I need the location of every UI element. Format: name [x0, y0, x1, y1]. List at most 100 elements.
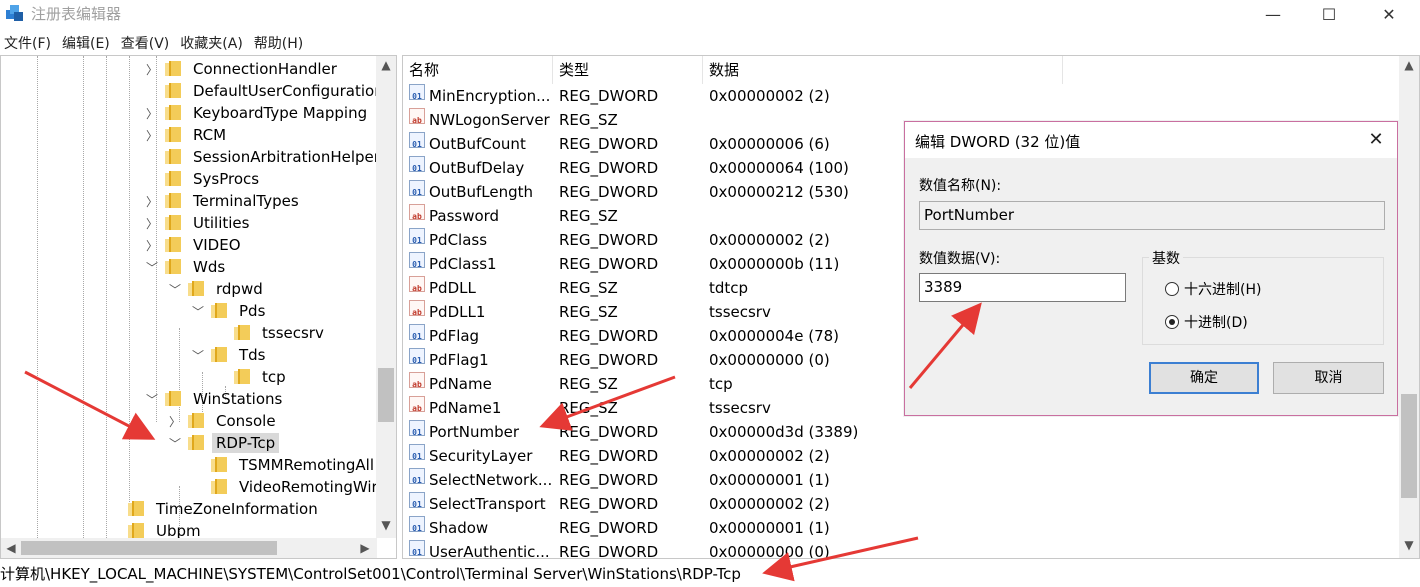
- menu-view[interactable]: 查看(V): [117, 31, 177, 53]
- folder-icon: [165, 391, 181, 407]
- value-row[interactable]: 01 PortNumber REG_DWORD 0x00000d3d (3389): [403, 420, 1403, 444]
- list-vertical-scrollbar[interactable]: ▲ ▼: [1399, 56, 1419, 558]
- column-header-type[interactable]: 类型: [553, 56, 703, 84]
- scroll-left-icon[interactable]: ◀: [1, 538, 21, 558]
- chevron-down-icon[interactable]: ﹀: [191, 348, 205, 363]
- key-tree-pane: 〉ConnectionHandler〉DefaultUserConfigurat…: [0, 55, 397, 559]
- chevron-down-icon[interactable]: ﹀: [168, 436, 182, 451]
- tree-node[interactable]: 〉tssecsrv: [214, 322, 328, 344]
- edit-dword-dialog: 编辑 DWORD (32 位)值 ✕ 数值名称(N): PortNumber 数…: [904, 121, 1398, 416]
- tree-node[interactable]: ﹀ WinStations: [145, 388, 286, 410]
- tree-node[interactable]: 〉tcp: [214, 366, 290, 388]
- minimize-button[interactable]: —: [1244, 0, 1302, 28]
- maximize-button[interactable]: ☐: [1300, 0, 1358, 28]
- radio-checked-icon[interactable]: [1165, 315, 1179, 329]
- tree-node[interactable]: 〉SessionArbitrationHelper: [145, 146, 377, 168]
- value-row[interactable]: 01 SecurityLayer REG_DWORD 0x00000002 (2): [403, 444, 1403, 468]
- binary-value-icon: 01: [409, 420, 425, 437]
- value-data: 0x00000001 (1): [709, 519, 830, 537]
- tree-node[interactable]: 〉 ConnectionHandler: [145, 58, 341, 80]
- binary-value-icon: 01: [409, 324, 425, 341]
- chevron-down-icon[interactable]: ﹀: [191, 304, 205, 319]
- title-bar: 注册表编辑器 — ☐ ✕: [0, 0, 1420, 30]
- value-row[interactable]: 01 UserAuthentic... REG_DWORD 0x00000000 (0…: [403, 540, 1403, 558]
- tree-node[interactable]: ﹀ Pds: [191, 300, 269, 322]
- chevron-down-icon[interactable]: ﹀: [145, 392, 159, 407]
- chevron-right-icon[interactable]: 〉: [145, 128, 159, 143]
- chevron-right-icon[interactable]: 〉: [145, 238, 159, 253]
- radio-unchecked-icon[interactable]: [1165, 282, 1179, 296]
- scroll-up-icon[interactable]: ▲: [376, 58, 396, 78]
- tree-node[interactable]: 〉 RCM: [145, 124, 230, 146]
- tree-node[interactable]: ﹀ RDP-Tcp: [168, 432, 280, 454]
- chevron-down-icon[interactable]: ﹀: [145, 260, 159, 275]
- value-data-label: 数值数据(V):: [919, 251, 1001, 267]
- tree-node[interactable]: 〉SysProcs: [145, 168, 263, 190]
- menu-edit[interactable]: 编辑(E): [58, 31, 117, 53]
- window-title: 注册表编辑器: [31, 5, 122, 23]
- string-value-icon: ab: [409, 396, 425, 413]
- tree-node-label: RDP-Tcp: [212, 433, 280, 453]
- tree-horizontal-scrollbar[interactable]: ◀ ▶: [1, 538, 377, 558]
- list-scroll-thumb[interactable]: [1401, 394, 1417, 498]
- menu-file[interactable]: 文件(F): [0, 31, 58, 53]
- tree-node[interactable]: 〉VideoRemotingWir: [191, 476, 377, 498]
- value-row[interactable]: 01 MinEncryption... REG_DWORD 0x00000002 (2…: [403, 84, 1403, 108]
- hex-radio[interactable]: 十六进制(H): [1165, 279, 1261, 299]
- value-type: REG_DWORD: [559, 327, 659, 345]
- tree-node[interactable]: ﹀ rdpwd: [168, 278, 267, 300]
- tree-node[interactable]: 〉 KeyboardType Mapping: [145, 102, 371, 124]
- tree-node[interactable]: 〉TimeZoneInformation: [128, 498, 322, 520]
- chevron-right-icon[interactable]: 〉: [145, 62, 159, 77]
- tree-node[interactable]: ﹀ Wds: [145, 256, 229, 278]
- value-data: 0x00000002 (2): [709, 87, 830, 105]
- value-type: REG_SZ: [559, 303, 618, 321]
- value-name-field[interactable]: PortNumber: [919, 201, 1385, 230]
- chevron-down-icon[interactable]: ﹀: [168, 282, 182, 297]
- tree-node[interactable]: 〉 TerminalTypes: [145, 190, 303, 212]
- column-header-name[interactable]: 名称: [403, 56, 553, 84]
- tree-node-label: Tds: [239, 346, 266, 364]
- close-window-button[interactable]: ✕: [1360, 0, 1418, 28]
- tree-node[interactable]: 〉TSMMRemotingAll: [191, 454, 377, 476]
- folder-icon: [211, 479, 227, 495]
- value-data: 0x00000002 (2): [709, 495, 830, 513]
- value-data-input[interactable]: 3389: [919, 273, 1126, 302]
- dialog-close-icon[interactable]: ✕: [1363, 127, 1389, 153]
- menu-favorites[interactable]: 收藏夹(A): [176, 31, 250, 53]
- tree-node[interactable]: 〉DefaultUserConfiguration: [145, 80, 377, 102]
- value-row[interactable]: 01 SelectTransport REG_DWORD 0x00000002 (2): [403, 492, 1403, 516]
- chevron-right-icon[interactable]: 〉: [145, 216, 159, 231]
- value-name: SecurityLayer: [429, 447, 533, 465]
- value-row[interactable]: 01 Shadow REG_DWORD 0x00000001 (1): [403, 516, 1403, 540]
- scroll-down-icon[interactable]: ▼: [376, 518, 396, 538]
- folder-icon: [165, 193, 181, 209]
- tree-scroll-thumb[interactable]: [378, 368, 394, 422]
- tree-node[interactable]: ﹀ Tds: [191, 344, 270, 366]
- column-header-data[interactable]: 数据: [703, 56, 1063, 84]
- value-type: REG_DWORD: [559, 351, 659, 369]
- chevron-right-icon[interactable]: 〉: [145, 106, 159, 121]
- ok-button[interactable]: 确定: [1149, 362, 1259, 394]
- tree-node[interactable]: 〉 Utilities: [145, 212, 253, 234]
- tree-node[interactable]: 〉 VIDEO: [145, 234, 245, 256]
- cancel-button[interactable]: 取消: [1273, 362, 1384, 394]
- chevron-right-icon[interactable]: 〉: [145, 194, 159, 209]
- binary-value-icon: 01: [409, 252, 425, 269]
- value-type: REG_DWORD: [559, 135, 659, 153]
- tree-hscroll-thumb[interactable]: [21, 541, 277, 555]
- menu-help[interactable]: 帮助(H): [250, 31, 310, 53]
- chevron-right-icon[interactable]: 〉: [168, 414, 182, 429]
- dialog-title: 编辑 DWORD (32 位)值: [915, 133, 1081, 151]
- scroll-right-icon[interactable]: ▶: [355, 538, 375, 558]
- binary-value-icon: 01: [409, 492, 425, 509]
- dialog-title-bar: 编辑 DWORD (32 位)值 ✕: [905, 122, 1397, 158]
- tree-node[interactable]: 〉Ubpm: [128, 520, 205, 538]
- scroll-up-icon[interactable]: ▲: [1399, 58, 1419, 78]
- tree-vertical-scrollbar[interactable]: ▲ ▼: [376, 56, 396, 538]
- scroll-down-icon[interactable]: ▼: [1399, 538, 1419, 558]
- decimal-radio[interactable]: 十进制(D): [1165, 312, 1248, 332]
- value-row[interactable]: 01 SelectNetwork... REG_DWORD 0x00000001 (1…: [403, 468, 1403, 492]
- value-name: PortNumber: [429, 423, 519, 441]
- tree-node[interactable]: 〉 Console: [168, 410, 280, 432]
